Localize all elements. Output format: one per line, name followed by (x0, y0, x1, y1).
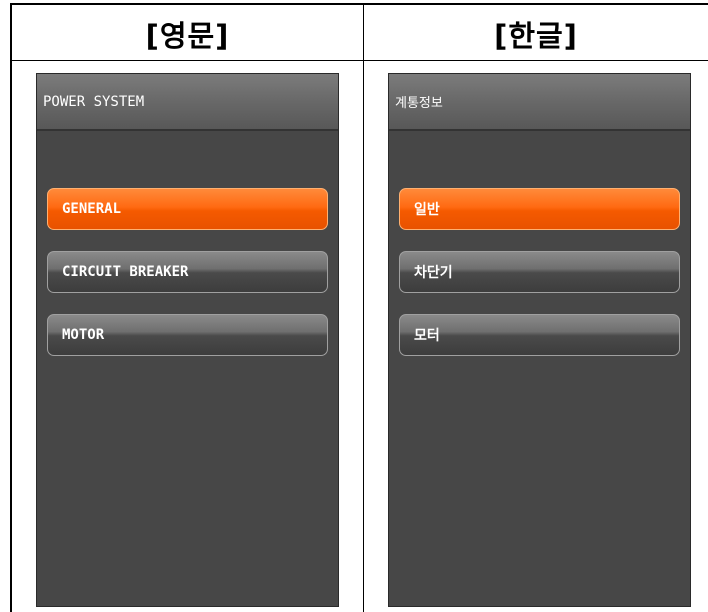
table-header-divider (10, 60, 708, 61)
menu-button-motor[interactable]: MOTOR (47, 314, 328, 356)
menu-button-motor[interactable]: 모터 (399, 314, 680, 356)
menu-button-general[interactable]: 일반 (399, 188, 680, 230)
korean-device-screen: 계통정보 일반 차단기 모터 (388, 73, 691, 607)
column-header-english: [영문] (145, 19, 230, 53)
menu-button-circuit-breaker[interactable]: 차단기 (399, 251, 680, 293)
table-top-border (10, 3, 708, 5)
column-header-korean: [한글] (494, 19, 578, 53)
screen-title: 계통정보 (389, 74, 690, 131)
screen-title: POWER SYSTEM (37, 74, 338, 131)
menu-button-general[interactable]: GENERAL (47, 188, 328, 230)
table-column-divider (363, 3, 364, 612)
menu-button-circuit-breaker[interactable]: CIRCUIT BREAKER (47, 251, 328, 293)
english-device-screen: POWER SYSTEM GENERAL CIRCUIT BREAKER MOT… (36, 73, 339, 607)
comparison-table: [영문] [한글] POWER SYSTEM GENERAL CIRCUIT B… (10, 3, 708, 612)
table-left-border (10, 3, 12, 612)
